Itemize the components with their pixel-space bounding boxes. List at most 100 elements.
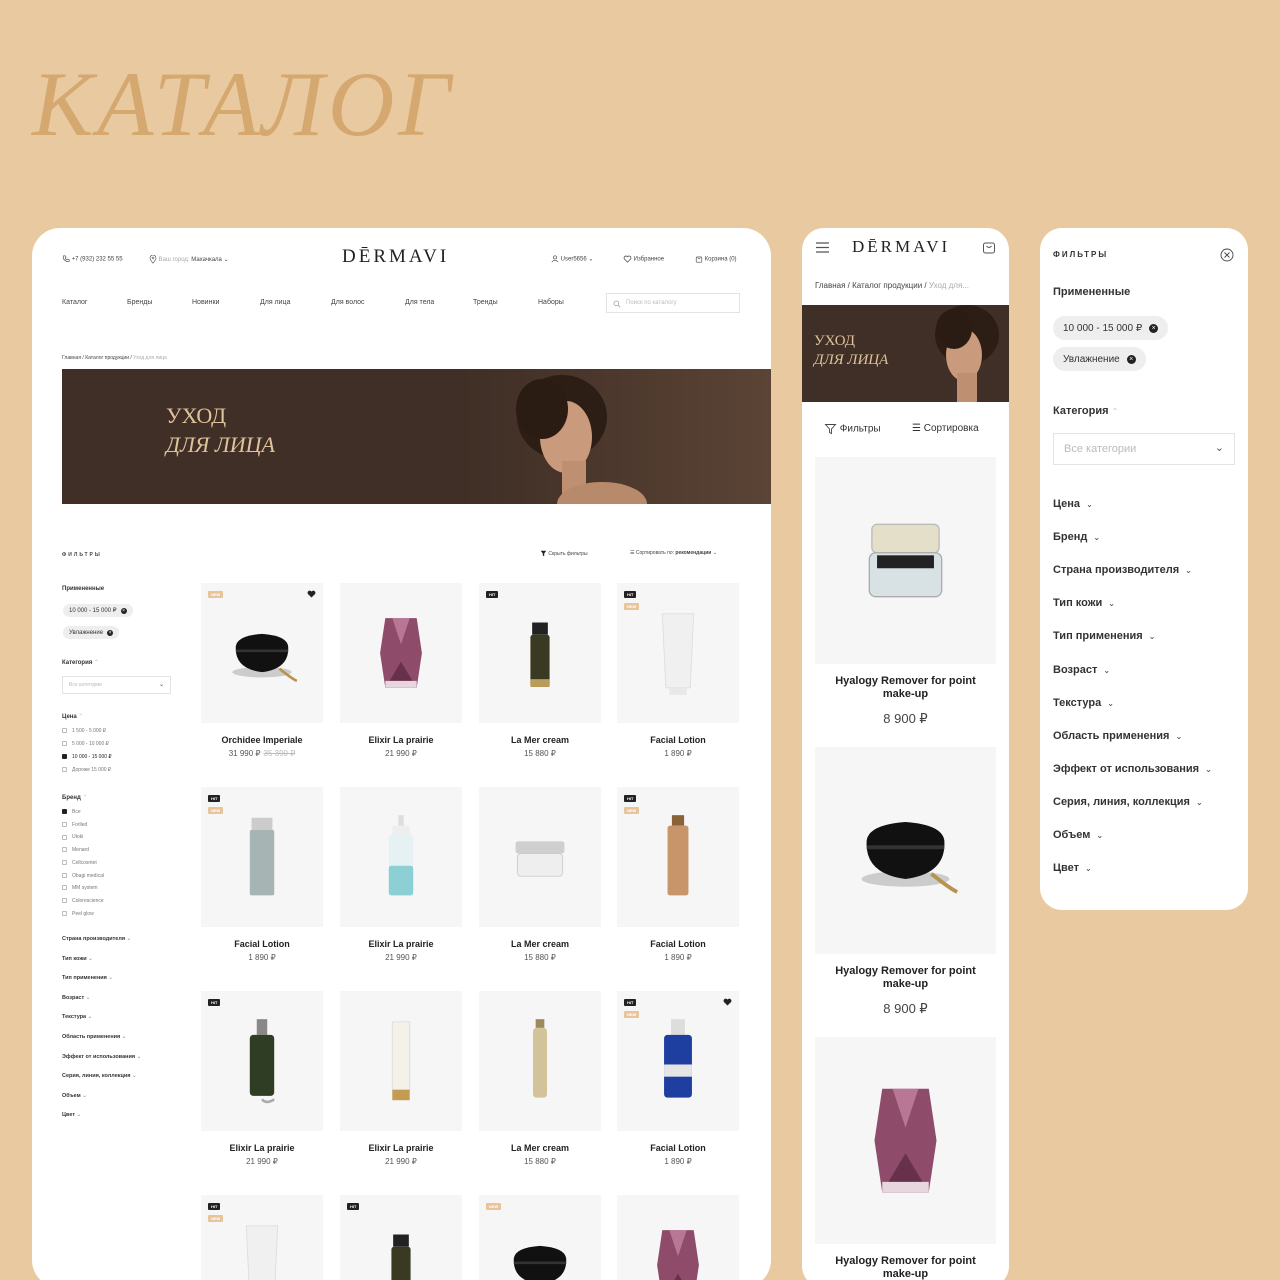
product-card[interactable]: NEW — [479, 1195, 601, 1280]
product-card[interactable]: La Mer cream 15 880 ₽ — [479, 991, 601, 1166]
product-image[interactable]: HIT — [201, 991, 323, 1131]
sort-button[interactable]: ☰ Сортировка — [912, 423, 979, 434]
product-card[interactable]: Elixir La prairie 21 990 ₽ — [340, 787, 462, 962]
price-option[interactable]: 1 500 - 5 000 ₽ — [62, 728, 106, 734]
close-icon[interactable]: × — [1149, 323, 1159, 333]
checkbox[interactable] — [62, 809, 67, 815]
product-card[interactable]: Elixir La prairie 21 990 ₽ — [340, 991, 462, 1166]
product-name[interactable]: Facial Lotion — [617, 1143, 739, 1153]
product-card[interactable]: HIT NEW Facial Lotion 1 890 ₽ — [617, 787, 739, 962]
product-image[interactable] — [340, 991, 462, 1131]
product-name[interactable]: Hyalogy Remover for point make-up — [815, 675, 996, 701]
breadcrumb-home[interactable]: Главная — [815, 281, 845, 290]
product-image[interactable] — [617, 1195, 739, 1280]
cart-icon[interactable] — [982, 240, 996, 254]
product-image[interactable] — [815, 1037, 996, 1244]
nav-item-sets[interactable]: Наборы — [538, 299, 564, 306]
product-card[interactable]: HIT NEW Facial Lotion 1 890 ₽ — [617, 583, 739, 758]
sort-dropdown[interactable]: ☰ Сортировать по: рекомендации ⌄ — [630, 550, 717, 556]
product-image[interactable] — [815, 457, 996, 664]
product-card[interactable]: Hyalogy Remover for point make-up 8 900 ₽ — [815, 747, 996, 1017]
user-menu[interactable]: User5656 ⌄ — [551, 255, 593, 263]
filter-group-toggle[interactable]: Текстура ⌄ — [62, 1014, 92, 1020]
brand-option[interactable]: Forlled — [62, 822, 87, 828]
product-card[interactable]: HIT Elixir La prairie 21 990 ₽ — [201, 991, 323, 1166]
product-name[interactable]: Hyalogy Remover for point make-up — [815, 965, 996, 991]
filter-group-toggle[interactable]: Цена ⌄ — [1053, 498, 1093, 510]
product-name[interactable]: Elixir La prairie — [340, 1143, 462, 1153]
checkbox[interactable] — [62, 728, 67, 734]
filter-group-toggle[interactable]: Тип применения ⌄ — [1053, 630, 1155, 642]
applied-filter-chip[interactable]: Увлажнение × — [63, 626, 120, 639]
checkbox[interactable] — [62, 754, 67, 760]
product-name[interactable]: Orchidee Imperiale — [201, 735, 323, 745]
nav-item-trends[interactable]: Тренды — [473, 299, 498, 306]
site-logo[interactable]: DĒRMAVI — [852, 237, 950, 257]
filter-group-toggle[interactable]: Возраст ⌄ — [62, 995, 90, 1001]
product-name[interactable]: Elixir La prairie — [340, 939, 462, 949]
product-image[interactable]: HIT NEW — [617, 787, 739, 927]
brand-option[interactable]: Menard — [62, 847, 89, 853]
product-card[interactable]: NEW Orchidee Imperiale 31 990 ₽35 390 ₽ — [201, 583, 323, 758]
category-select[interactable]: Все категории ⌄ — [1053, 433, 1235, 465]
breadcrumb-catalog[interactable]: Каталог продукции — [852, 281, 922, 290]
site-logo[interactable]: DĒRMAVI — [342, 246, 449, 268]
product-image[interactable] — [340, 787, 462, 927]
filters-button[interactable]: Фильтры — [824, 423, 881, 435]
product-image[interactable]: HIT NEW — [201, 1195, 323, 1280]
breadcrumb-home[interactable]: Главная — [62, 355, 81, 361]
category-filter-label[interactable]: Категория ⌃ — [62, 659, 99, 666]
product-name[interactable]: Hyalogy Remover for point make-up — [815, 1255, 996, 1280]
checkbox[interactable] — [62, 767, 67, 773]
heart-icon[interactable] — [723, 998, 732, 1006]
brand-option[interactable]: Colorescience — [62, 898, 104, 904]
brand-option[interactable]: Cellcosmet — [62, 860, 97, 866]
product-card[interactable]: HIT — [340, 1195, 462, 1280]
filter-group-toggle[interactable]: Тип кожи ⌄ — [62, 956, 93, 962]
nav-item-hair[interactable]: Для волос — [331, 299, 365, 306]
product-image[interactable]: HIT NEW — [201, 787, 323, 927]
product-image[interactable] — [815, 747, 996, 954]
category-filter-label[interactable]: Категория ⌃ — [1053, 405, 1118, 417]
brand-option[interactable]: Peel glow — [62, 911, 94, 917]
price-option[interactable]: 5 000 - 10 000 ₽ — [62, 741, 109, 747]
checkbox[interactable] — [62, 834, 67, 840]
close-icon[interactable]: × — [1126, 354, 1136, 364]
price-option[interactable]: 10 000 - 15 000 ₽ — [62, 754, 112, 760]
product-image[interactable]: HIT — [340, 1195, 462, 1280]
product-card[interactable] — [617, 1195, 739, 1280]
nav-item-new[interactable]: Новинки — [192, 299, 219, 306]
product-image[interactable]: HIT — [479, 583, 601, 723]
filter-group-toggle[interactable]: Область применения ⌄ — [1053, 730, 1182, 742]
product-image[interactable] — [479, 787, 601, 927]
brand-option[interactable]: Obagi medical — [62, 873, 104, 879]
product-image[interactable]: NEW — [479, 1195, 601, 1280]
checkbox[interactable] — [62, 859, 67, 865]
filter-group-toggle[interactable]: Бренд ⌄ — [1053, 531, 1100, 543]
product-card[interactable]: HIT NEW Facial Lotion 1 890 ₽ — [201, 787, 323, 962]
product-image[interactable]: HIT NEW — [617, 991, 739, 1131]
applied-filter-chip[interactable]: 10 000 - 15 000 ₽ × — [1053, 316, 1169, 340]
product-name[interactable]: La Mer cream — [479, 939, 601, 949]
filter-group-toggle[interactable]: Цвет ⌄ — [62, 1112, 81, 1118]
product-name[interactable]: La Mer cream — [479, 735, 601, 745]
checkbox[interactable] — [62, 821, 67, 827]
checkbox[interactable] — [62, 885, 67, 891]
brand-option[interactable]: Все — [62, 809, 81, 815]
filter-group-toggle[interactable]: Серия, линия, коллекция ⌄ — [62, 1073, 137, 1079]
applied-filter-chip[interactable]: Увлажнение × — [1053, 347, 1146, 371]
product-name[interactable]: Facial Lotion — [201, 939, 323, 949]
product-name[interactable]: Facial Lotion — [617, 735, 739, 745]
filter-group-toggle[interactable]: Текстура ⌄ — [1053, 697, 1114, 709]
product-card[interactable]: HIT NEW Facial Lotion 1 890 ₽ — [617, 991, 739, 1166]
filter-group-toggle[interactable]: Тип применения ⌄ — [62, 975, 113, 981]
checkbox[interactable] — [62, 741, 67, 747]
close-icon[interactable]: × — [107, 629, 114, 636]
filter-group-toggle[interactable]: Объем ⌄ — [62, 1093, 87, 1099]
brand-option[interactable]: MM system — [62, 885, 98, 891]
nav-item-brands[interactable]: Бренды — [127, 299, 152, 306]
product-name[interactable]: Elixir La prairie — [340, 735, 462, 745]
checkbox[interactable] — [62, 872, 67, 878]
hide-filters-button[interactable]: Скрыть фильтры — [540, 550, 588, 557]
phone-contact[interactable]: +7 (932) 232 55 55 — [62, 255, 123, 263]
